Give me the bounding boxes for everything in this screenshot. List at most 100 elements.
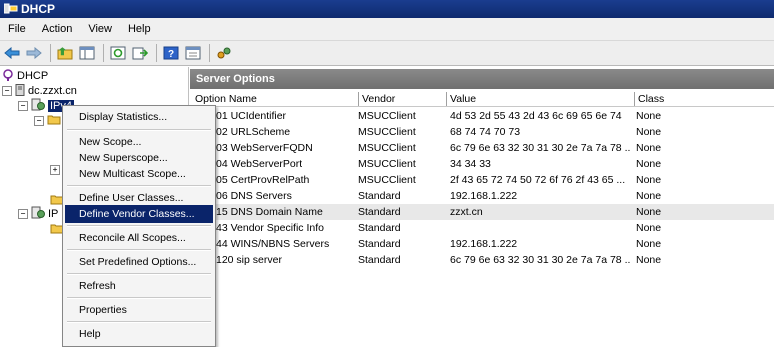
menu-item-new-multicast-scope[interactable]: New Multicast Scope... [65,165,213,183]
cell-option-name: 01 UCIdentifier [216,110,287,122]
cell-vendor: Standard [358,206,401,218]
collapse-toggle[interactable]: − [2,86,12,96]
up-folder-icon[interactable] [55,43,75,63]
ipv4-icon [31,98,45,114]
folder-icon [47,114,61,128]
ipv4-icon [31,206,45,222]
table-row[interactable]: 04 WebServerPort MSUCClient 34 34 33 Non… [192,156,774,172]
menu-separator [67,297,211,299]
tree-item-dhcp[interactable]: DHCP [2,68,49,84]
menu-action[interactable]: Action [34,18,81,40]
cell-class: None [636,222,662,234]
menu-bar: File Action View Help [0,18,774,41]
show-hide-tree-icon[interactable] [77,43,97,63]
back-arrow-icon[interactable] [2,43,22,63]
collapse-toggle[interactable]: − [18,209,28,219]
menu-view[interactable]: View [80,18,120,40]
menu-item-reconcile-all-scopes[interactable]: Reconcile All Scopes... [65,229,213,247]
cell-class: None [636,190,662,202]
menu-separator [67,225,211,227]
menu-item-properties[interactable]: Properties [65,301,213,319]
cell-vendor: MSUCClient [358,126,416,138]
cell-option-name: 15 DNS Domain Name [216,206,323,218]
tree-item-folder[interactable]: − [34,114,64,128]
menu-file[interactable]: File [0,18,34,40]
expand-toggle[interactable]: + [50,165,60,175]
menu-separator [67,185,211,187]
table-row[interactable]: 120 sip server Standard 6c 79 6e 63 32 3… [192,252,774,268]
table-row[interactable]: 02 URLScheme MSUCClient 68 74 74 70 73 N… [192,124,774,140]
cell-value: 192.168.1.222 [450,238,518,250]
cell-vendor: Standard [358,238,401,250]
dhcp-app-icon [2,68,14,84]
svg-text:?: ? [168,49,174,60]
cell-vendor: Standard [358,222,401,234]
cell-option-name: 43 Vendor Specific Info [216,222,324,234]
refresh-icon[interactable] [108,43,128,63]
cell-vendor: Standard [358,190,401,202]
help-icon[interactable]: ? [161,43,181,63]
cell-value: 4d 53 2d 55 43 2d 43 6c 69 65 6e 74 [450,110,622,122]
collapse-toggle[interactable]: − [34,116,44,126]
tree-label: IP [48,208,59,220]
menu-item-display-statistics[interactable]: Display Statistics... [65,108,213,126]
cell-class: None [636,206,662,218]
tree-item-server[interactable]: − dc.zzxt.cn [2,83,77,99]
table-row[interactable]: 01 UCIdentifier MSUCClient 4d 53 2d 55 4… [192,108,774,124]
toolbar-separator [50,44,51,62]
server-icon [15,83,25,99]
collapse-toggle[interactable]: − [18,101,28,111]
list-header: Option Name Vendor Value Class [192,92,774,107]
title-bar: DHCP [0,0,774,18]
toolbar-separator [209,44,210,62]
table-row[interactable]: 06 DNS Servers Standard 192.168.1.222 No… [192,188,774,204]
properties-icon[interactable] [183,43,203,63]
toolbar: ? [0,41,774,66]
col-class[interactable]: Class [634,92,772,106]
menu-item-refresh[interactable]: Refresh [65,277,213,295]
menu-separator [67,249,211,251]
forward-arrow-icon[interactable] [24,43,44,63]
tree-item-ipv6[interactable]: − IP [18,206,59,222]
menu-separator [67,273,211,275]
table-row[interactable]: 03 WebServerFQDN MSUCClient 6c 79 6e 63 … [192,140,774,156]
cell-value: 34 34 33 [450,158,491,170]
menu-separator [67,321,211,323]
menu-item-define-vendor-classes[interactable]: Define Vendor Classes... [65,205,213,223]
table-row[interactable]: 05 CertProvRelPath MSUCClient 2f 43 65 7… [192,172,774,188]
table-row-selected[interactable]: 15 DNS Domain Name Standard zzxt.cn None [192,204,774,220]
menu-help[interactable]: Help [120,18,159,40]
cell-option-name: 44 WINS/NBNS Servers [216,238,330,250]
cell-vendor: MSUCClient [358,158,416,170]
cell-class: None [636,254,662,266]
menu-item-set-predefined-options[interactable]: Set Predefined Options... [65,253,213,271]
col-vendor[interactable]: Vendor [358,92,446,106]
cell-value: zzxt.cn [450,206,483,218]
tree-label: dc.zzxt.cn [28,85,77,97]
col-option-name[interactable]: Option Name [192,92,358,106]
tree-label: DHCP [17,70,49,82]
cell-vendor: MSUCClient [358,110,416,122]
export-list-icon[interactable] [130,43,150,63]
dhcp-tool-icon[interactable] [214,43,234,63]
menu-item-help[interactable]: Help [65,325,213,343]
toolbar-separator [103,44,104,62]
table-row[interactable]: 44 WINS/NBNS Servers Standard 192.168.1.… [192,236,774,252]
cell-class: None [636,158,662,170]
cell-class: None [636,174,662,186]
cell-value: 192.168.1.222 [450,190,518,202]
cell-vendor: Standard [358,254,401,266]
cell-vendor: MSUCClient [358,142,416,154]
col-value[interactable]: Value [446,92,634,106]
cell-class: None [636,126,662,138]
cell-value: 6c 79 6e 63 32 30 31 30 2e 7a 7a 78 ... [450,142,630,154]
toolbar-separator [156,44,157,62]
cell-class: None [636,142,662,154]
table-row[interactable]: 43 Vendor Specific Info Standard None [192,220,774,236]
pane-title: Server Options [190,69,774,89]
cell-option-name: 05 CertProvRelPath [216,174,310,186]
menu-separator [67,129,211,131]
context-menu: Display Statistics... New Scope... New S… [62,105,216,347]
cell-option-name: 120 sip server [216,254,282,266]
cell-option-name: 03 WebServerFQDN [216,142,313,154]
